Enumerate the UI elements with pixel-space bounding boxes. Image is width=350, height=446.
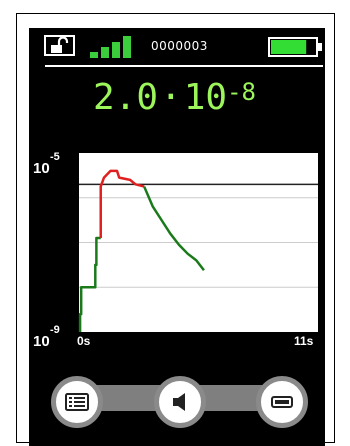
x-tick-start: 0s	[77, 334, 91, 346]
unlocked-icon[interactable]	[44, 35, 75, 56]
reading-base: 10	[183, 77, 228, 118]
status-divider	[45, 65, 323, 67]
bottom-navigation	[29, 363, 325, 446]
signal-strength-icon	[90, 36, 131, 58]
speaker-icon	[173, 393, 185, 411]
reading-exponent: -8	[227, 78, 256, 106]
y-tick-bottom-base: 10	[33, 333, 50, 346]
device-screen: 0000003 2.0·10-8 10 -5 10 -9 0s 11s	[29, 28, 325, 446]
display-button[interactable]	[256, 376, 308, 428]
status-bar: 0000003	[29, 28, 325, 68]
x-tick-end: 11s	[294, 334, 314, 346]
battery-icon	[268, 37, 322, 57]
device-id: 0000003	[151, 39, 208, 53]
y-tick-top-base: 10	[33, 160, 50, 177]
y-tick-top-exp: -5	[50, 151, 60, 163]
list-icon	[65, 393, 89, 411]
list-button[interactable]	[51, 376, 103, 428]
y-tick-bottom-exp: -9	[50, 324, 60, 336]
reading-mantissa: 2.0	[93, 77, 159, 118]
reading-operator: ·	[160, 77, 182, 118]
trend-chart: 10 -5 10 -9 0s 11s	[33, 151, 318, 346]
display-icon	[271, 396, 293, 408]
speaker-button[interactable]	[154, 376, 206, 428]
